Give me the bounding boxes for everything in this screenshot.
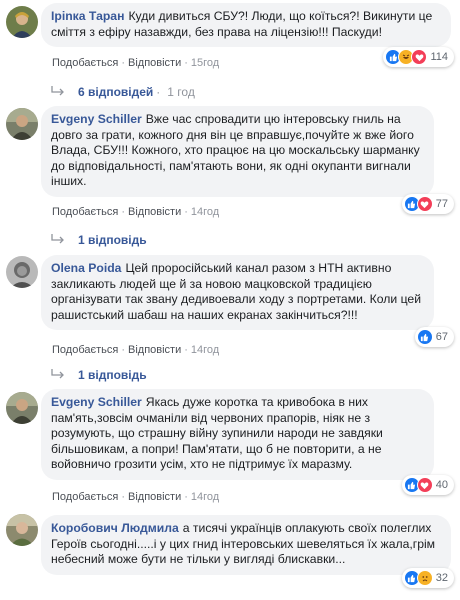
view-replies-link[interactable]: 1 відповідь [50, 233, 147, 247]
like-button[interactable]: Подобається [52, 491, 118, 503]
reply-arrow-icon [51, 86, 64, 96]
comment-actions: Подобається · Відповісти · 14год [52, 206, 220, 218]
comment-actions: Подобається · Відповісти · 14год [52, 344, 220, 356]
comment-bubble: Evgeny Schiller Якась дуже коротка та кри… [41, 389, 434, 480]
reaction-count: 32 [435, 572, 448, 584]
reactions-summary[interactable]: 67 [414, 327, 454, 347]
replies-count[interactable]: 1 відповідь [78, 368, 147, 382]
reaction-count: 114 [430, 51, 448, 63]
sad-icon [416, 570, 433, 586]
reactions-summary[interactable]: 114 [383, 47, 454, 67]
avatar[interactable] [6, 6, 38, 38]
comment-bubble: Evgeny Schiller Вже час спровадити цю інт… [41, 106, 434, 197]
replies-time: 1 год [167, 85, 195, 99]
author-name[interactable]: Olena Poida [51, 261, 121, 275]
reactions-summary[interactable]: 40 [401, 475, 454, 495]
timestamp[interactable]: 14год [191, 491, 219, 503]
reply-button[interactable]: Відповісти [128, 206, 181, 218]
like-icon [416, 329, 433, 345]
comment-bubble: Коробович Людмила а тисячі українців опла… [41, 515, 451, 575]
like-button[interactable]: Подобається [52, 206, 118, 218]
avatar[interactable] [6, 108, 38, 140]
reactions-summary[interactable]: 32 [401, 568, 454, 588]
timestamp[interactable]: 14год [191, 344, 219, 356]
comment-bubble: Ірinка Таран Куди дивиться СБУ?! Люди, що… [41, 3, 451, 47]
view-replies-link[interactable]: 6 відповідей · 1 год [50, 85, 195, 99]
reaction-count: 67 [435, 331, 448, 343]
like-button[interactable]: Подобається [52, 344, 118, 356]
replies-count[interactable]: 6 відповідей [78, 85, 153, 99]
author-name[interactable]: Ірinка Таран [51, 9, 124, 23]
timestamp[interactable]: 15год [191, 57, 219, 69]
reply-button[interactable]: Відповісти [128, 344, 181, 356]
reactions-summary[interactable]: 77 [401, 194, 454, 214]
reaction-count: 77 [435, 198, 448, 210]
love-icon [416, 196, 433, 212]
reaction-count: 40 [435, 479, 448, 491]
author-name[interactable]: Коробович Людмила [51, 521, 179, 535]
author-name[interactable]: Evgeny Schiller [51, 395, 142, 409]
comment-actions: Подобається · Відповісти · 15год [52, 57, 220, 69]
comment-actions: Подобається · Відповісти · 14год [52, 491, 220, 503]
replies-count[interactable]: 1 відповідь [78, 233, 147, 247]
reply-arrow-icon [51, 369, 64, 379]
avatar[interactable] [6, 256, 38, 288]
reply-button[interactable]: Відповісти [128, 491, 181, 503]
reply-arrow-icon [51, 234, 64, 244]
avatar[interactable] [6, 392, 38, 424]
comment-bubble: Olena Poida Цей проросійський канал разом… [41, 255, 434, 330]
love-icon [411, 49, 428, 65]
view-replies-link[interactable]: 1 відповідь [50, 368, 147, 382]
timestamp[interactable]: 14год [191, 206, 219, 218]
author-name[interactable]: Evgeny Schiller [51, 112, 142, 126]
love-icon [416, 477, 433, 493]
reply-button[interactable]: Відповісти [128, 57, 181, 69]
avatar[interactable] [6, 514, 38, 546]
like-button[interactable]: Подобається [52, 57, 118, 69]
